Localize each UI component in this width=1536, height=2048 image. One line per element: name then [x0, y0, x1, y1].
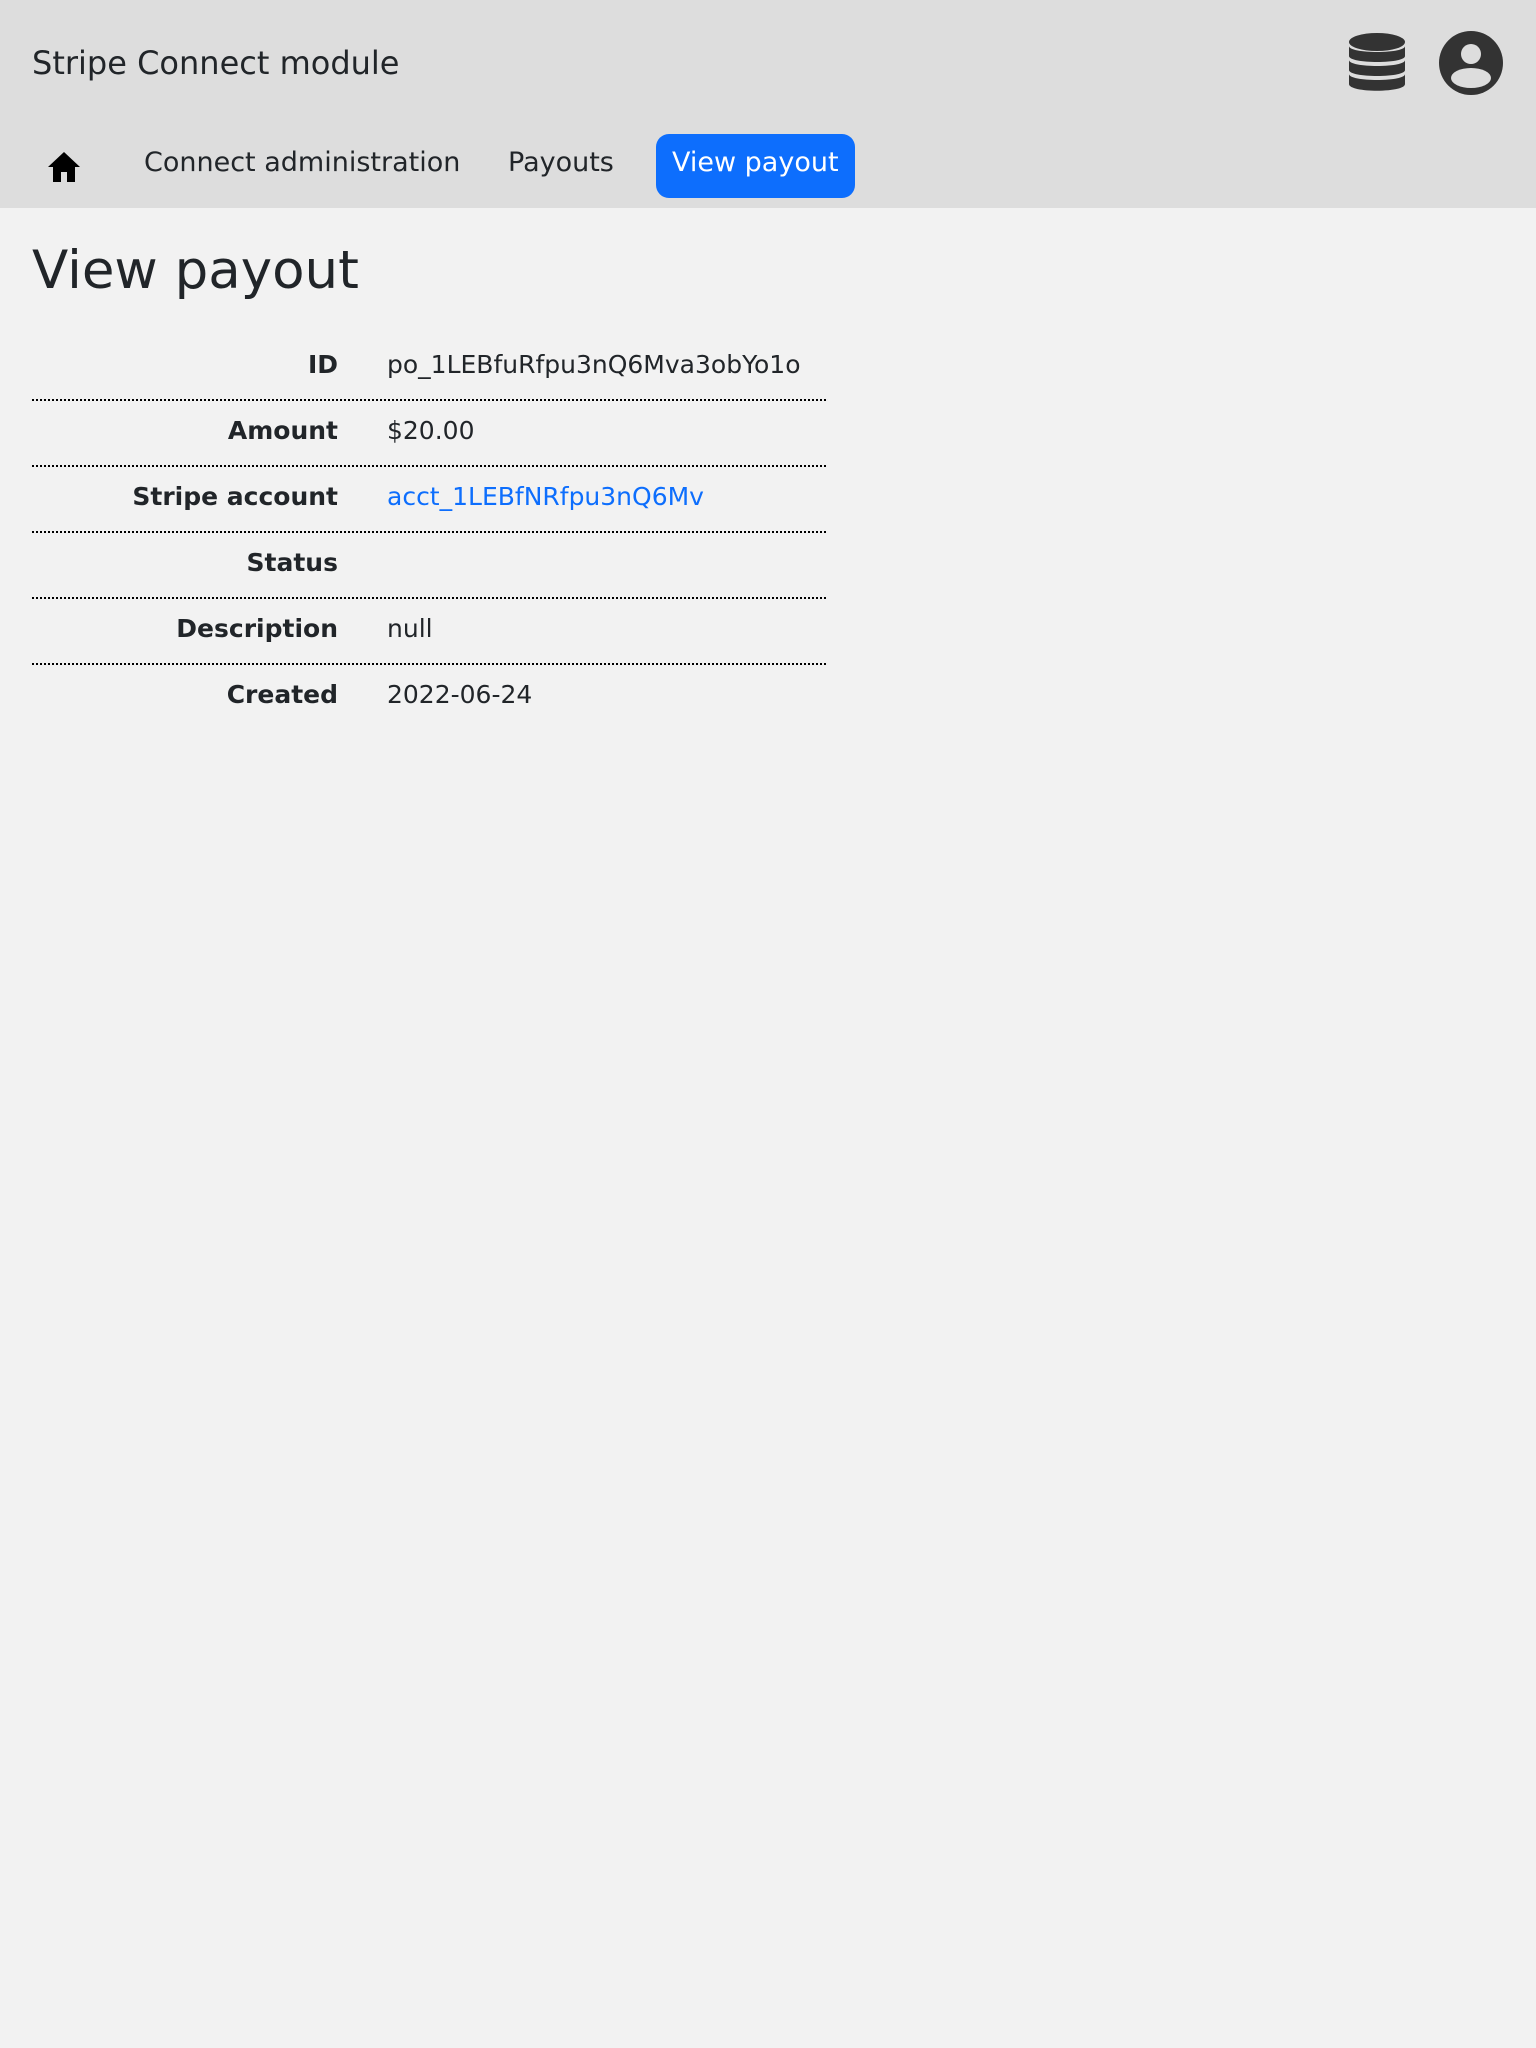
detail-row-id: ID po_1LEBfuRfpu3nQ6Mva3obYo1o	[32, 335, 826, 401]
detail-label: Description	[176, 614, 338, 643]
payout-id-value: po_1LEBfuRfpu3nQ6Mva3obYo1o	[387, 350, 801, 379]
detail-label: ID	[307, 350, 338, 379]
detail-row-amount: Amount $20.00	[32, 401, 826, 467]
user-account-icon[interactable]	[1438, 30, 1504, 96]
detail-row-status: Status	[32, 533, 826, 599]
detail-row-stripe-account: Stripe account acct_1LEBfNRfpu3nQ6Mv	[32, 467, 826, 533]
amount-value: $20.00	[387, 416, 475, 445]
detail-row-description: Description null	[32, 599, 826, 665]
nav-connect-administration[interactable]: Connect administration	[144, 134, 460, 198]
payout-details: ID po_1LEBfuRfpu3nQ6Mva3obYo1o Amount $2…	[32, 335, 826, 731]
nav-view-payout[interactable]: View payout	[656, 134, 855, 198]
detail-label: Created	[226, 680, 338, 709]
top-bar: Stripe Connect module Connect administra…	[0, 0, 1536, 208]
detail-label: Status	[246, 548, 338, 577]
home-icon	[48, 152, 80, 182]
nav-payouts[interactable]: Payouts	[508, 134, 614, 198]
stripe-account-link[interactable]: acct_1LEBfNRfpu3nQ6Mv	[387, 482, 704, 511]
created-value: 2022-06-24	[387, 680, 533, 709]
app-title: Stripe Connect module	[32, 44, 400, 82]
database-icon[interactable]	[1344, 30, 1410, 96]
description-value: null	[387, 614, 433, 643]
detail-label: Stripe account	[132, 482, 338, 511]
detail-row-created: Created 2022-06-24	[32, 665, 826, 731]
home-nav-button[interactable]	[32, 134, 96, 198]
page-title: View payout	[32, 240, 359, 301]
detail-label: Amount	[227, 416, 338, 445]
